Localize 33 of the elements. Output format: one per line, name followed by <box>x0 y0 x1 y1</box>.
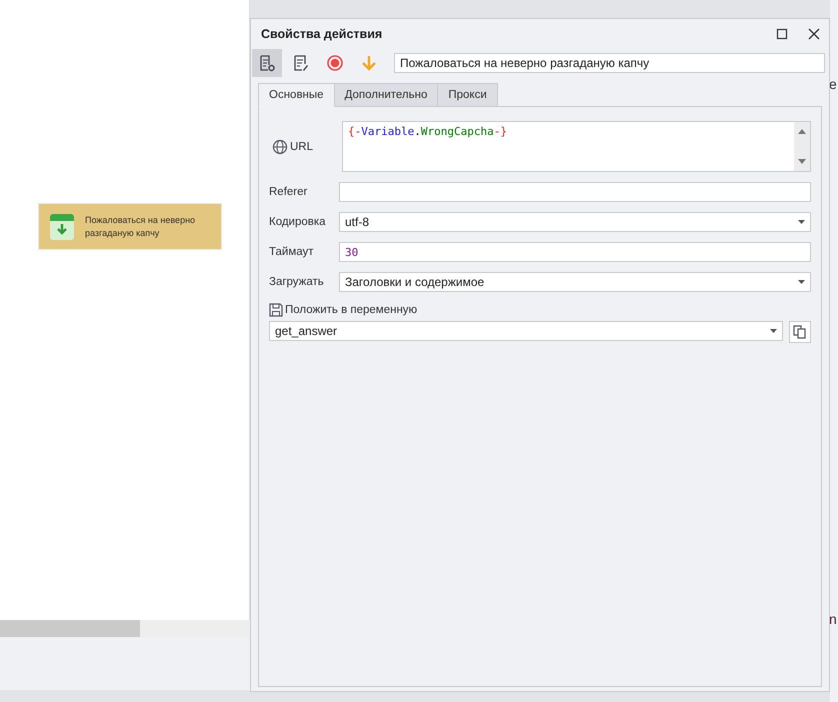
close-button[interactable] <box>807 27 821 41</box>
dropdown[interactable]: utf-8 <box>339 212 811 232</box>
dropdown-caret-icon <box>798 280 805 284</box>
tab[interactable]: Дополнительно <box>334 83 438 107</box>
field-label: Положить в переменную <box>285 304 418 316</box>
block-label: Пожаловаться на неверно разгаданую капчу <box>85 214 196 240</box>
cut-text: n <box>830 611 837 627</box>
timeout-field[interactable]: 30 <box>339 242 811 262</box>
field-label: URL <box>290 140 314 152</box>
dropdown-caret-icon <box>770 329 777 333</box>
action-block[interactable]: Пожаловаться на неверно разгаданую капчу <box>38 203 222 250</box>
tab[interactable]: Прокси <box>437 83 498 107</box>
field-label: Кодировка <box>269 216 326 228</box>
globe-icon <box>272 138 288 154</box>
action-name-field[interactable]: Пожаловаться на неверно разгаданую капчу <box>394 53 825 73</box>
scrollbar-thumb[interactable] <box>0 620 140 637</box>
variable-dropdown[interactable]: get_answer <box>269 321 783 341</box>
field-label: Загружать <box>269 276 324 288</box>
copy-button[interactable] <box>789 321 811 343</box>
settings-icon[interactable] <box>252 49 282 77</box>
text-field[interactable] <box>339 182 811 202</box>
scroll-up-arrow[interactable] <box>798 129 806 134</box>
scroll-down-arrow[interactable] <box>798 159 806 164</box>
maximize-button[interactable] <box>775 27 789 41</box>
save-icon <box>269 303 283 317</box>
url-field[interactable]: {-Variable.WrongCapcha-} <box>342 121 811 172</box>
dialog-title: Свойства действия <box>261 27 384 41</box>
tab[interactable]: Основные <box>258 83 335 107</box>
field-label: Таймаут <box>269 246 314 258</box>
dropdown[interactable]: Заголовки и содержимое <box>339 272 811 292</box>
field-label: Referer <box>269 186 308 198</box>
dropdown-caret-icon <box>798 220 805 224</box>
download-icon <box>49 212 75 240</box>
